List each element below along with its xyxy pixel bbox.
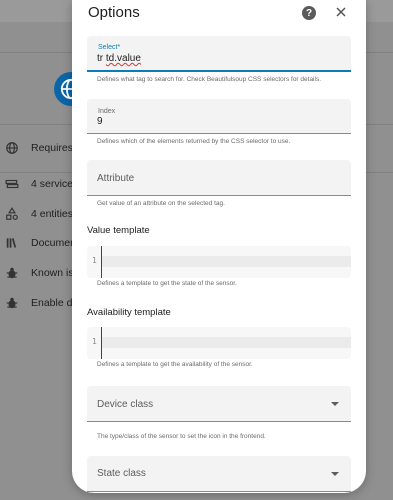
- active-line: [102, 337, 351, 348]
- availability-template-editor[interactable]: 1: [87, 327, 351, 359]
- line-number: 1: [92, 337, 97, 346]
- select-value-selector: td.value: [105, 53, 141, 64]
- options-dialog: Options ? Select* tr td.value Defines wh…: [72, 0, 366, 493]
- attribute-placeholder: Attribute: [97, 173, 135, 184]
- close-icon[interactable]: [334, 3, 348, 21]
- book-icon: [4, 235, 20, 251]
- globe-icon: [4, 140, 20, 156]
- chevron-down-icon: [331, 471, 339, 476]
- device-class-helper: The type/class of the sensor to set the …: [97, 433, 266, 440]
- availability-template-helper: Defines a template to get the availabili…: [97, 361, 253, 368]
- help-icon[interactable]: ?: [302, 6, 316, 20]
- index-field[interactable]: Index 9: [87, 99, 351, 134]
- index-helper: Defines which of the elements returned b…: [97, 138, 291, 145]
- attribute-field[interactable]: Attribute: [87, 160, 351, 196]
- attribute-helper: Get value of an attribute on the selecte…: [97, 200, 225, 207]
- value-template-editor[interactable]: 1: [87, 246, 351, 278]
- services-icon: [4, 176, 20, 192]
- select-value: tr td.value: [97, 53, 141, 64]
- active-line: [102, 256, 351, 267]
- select-helper: Defines what tag to search for. Check Be…: [97, 76, 322, 83]
- index-value: 9: [97, 116, 103, 127]
- entities-icon: [4, 206, 20, 222]
- select-field[interactable]: Select* tr td.value: [87, 36, 351, 72]
- line-number: 1: [92, 256, 97, 265]
- value-template-helper: Defines a template to get the state of t…: [97, 280, 237, 287]
- select-label: Select*: [98, 44, 121, 51]
- bug-icon: [4, 265, 20, 281]
- device-class-placeholder: Device class: [97, 399, 154, 410]
- device-class-select[interactable]: Device class: [87, 386, 351, 422]
- background-item-label: 4 entities: [31, 208, 74, 220]
- bug-icon: [4, 295, 20, 311]
- dialog-title: Options: [88, 4, 140, 21]
- value-template-title: Value template: [87, 225, 150, 236]
- chevron-down-icon: [331, 401, 339, 406]
- availability-template-title: Availability template: [87, 307, 171, 318]
- state-class-select[interactable]: State class: [87, 456, 351, 492]
- index-label: Index: [98, 108, 116, 115]
- state-class-placeholder: State class: [97, 468, 146, 479]
- select-value-prefix: tr: [97, 53, 106, 64]
